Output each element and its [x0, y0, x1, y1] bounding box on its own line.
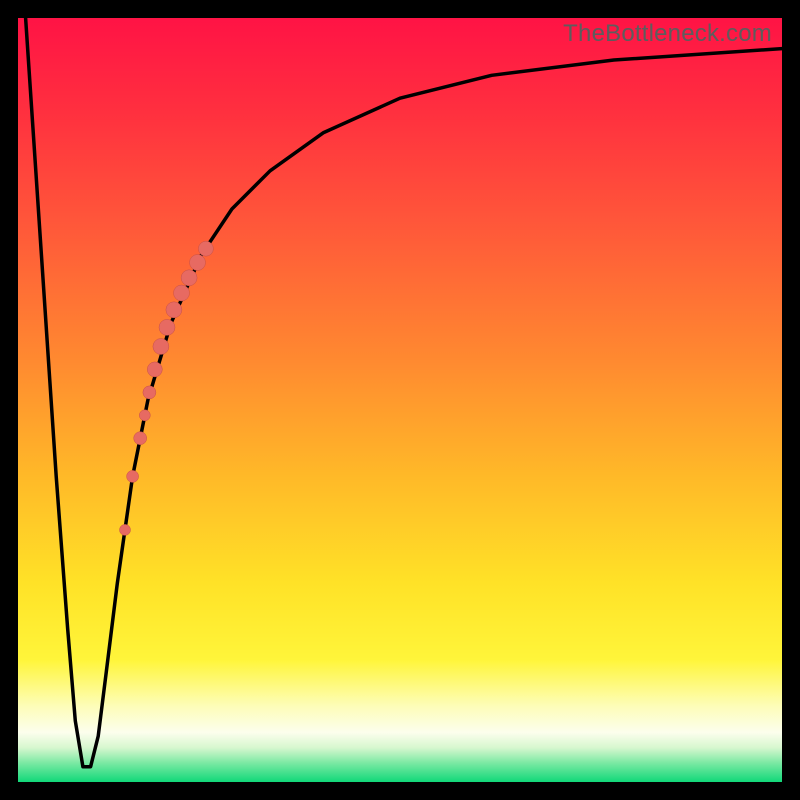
data-marker [159, 319, 175, 335]
marker-layer [18, 18, 782, 782]
data-marker [174, 285, 190, 301]
data-marker [139, 410, 150, 421]
watermark-text: TheBottleneck.com [563, 20, 772, 48]
data-marker [153, 339, 169, 355]
data-marker [143, 386, 156, 399]
data-marker [190, 255, 206, 271]
data-marker [166, 302, 182, 318]
plot-area: TheBottleneck.com [18, 18, 782, 782]
data-marker [127, 470, 139, 482]
data-marker [120, 524, 131, 535]
data-marker [198, 241, 213, 256]
data-marker [134, 432, 147, 445]
data-marker [181, 270, 197, 286]
data-marker [147, 362, 162, 377]
chart-frame: TheBottleneck.com [0, 0, 800, 800]
